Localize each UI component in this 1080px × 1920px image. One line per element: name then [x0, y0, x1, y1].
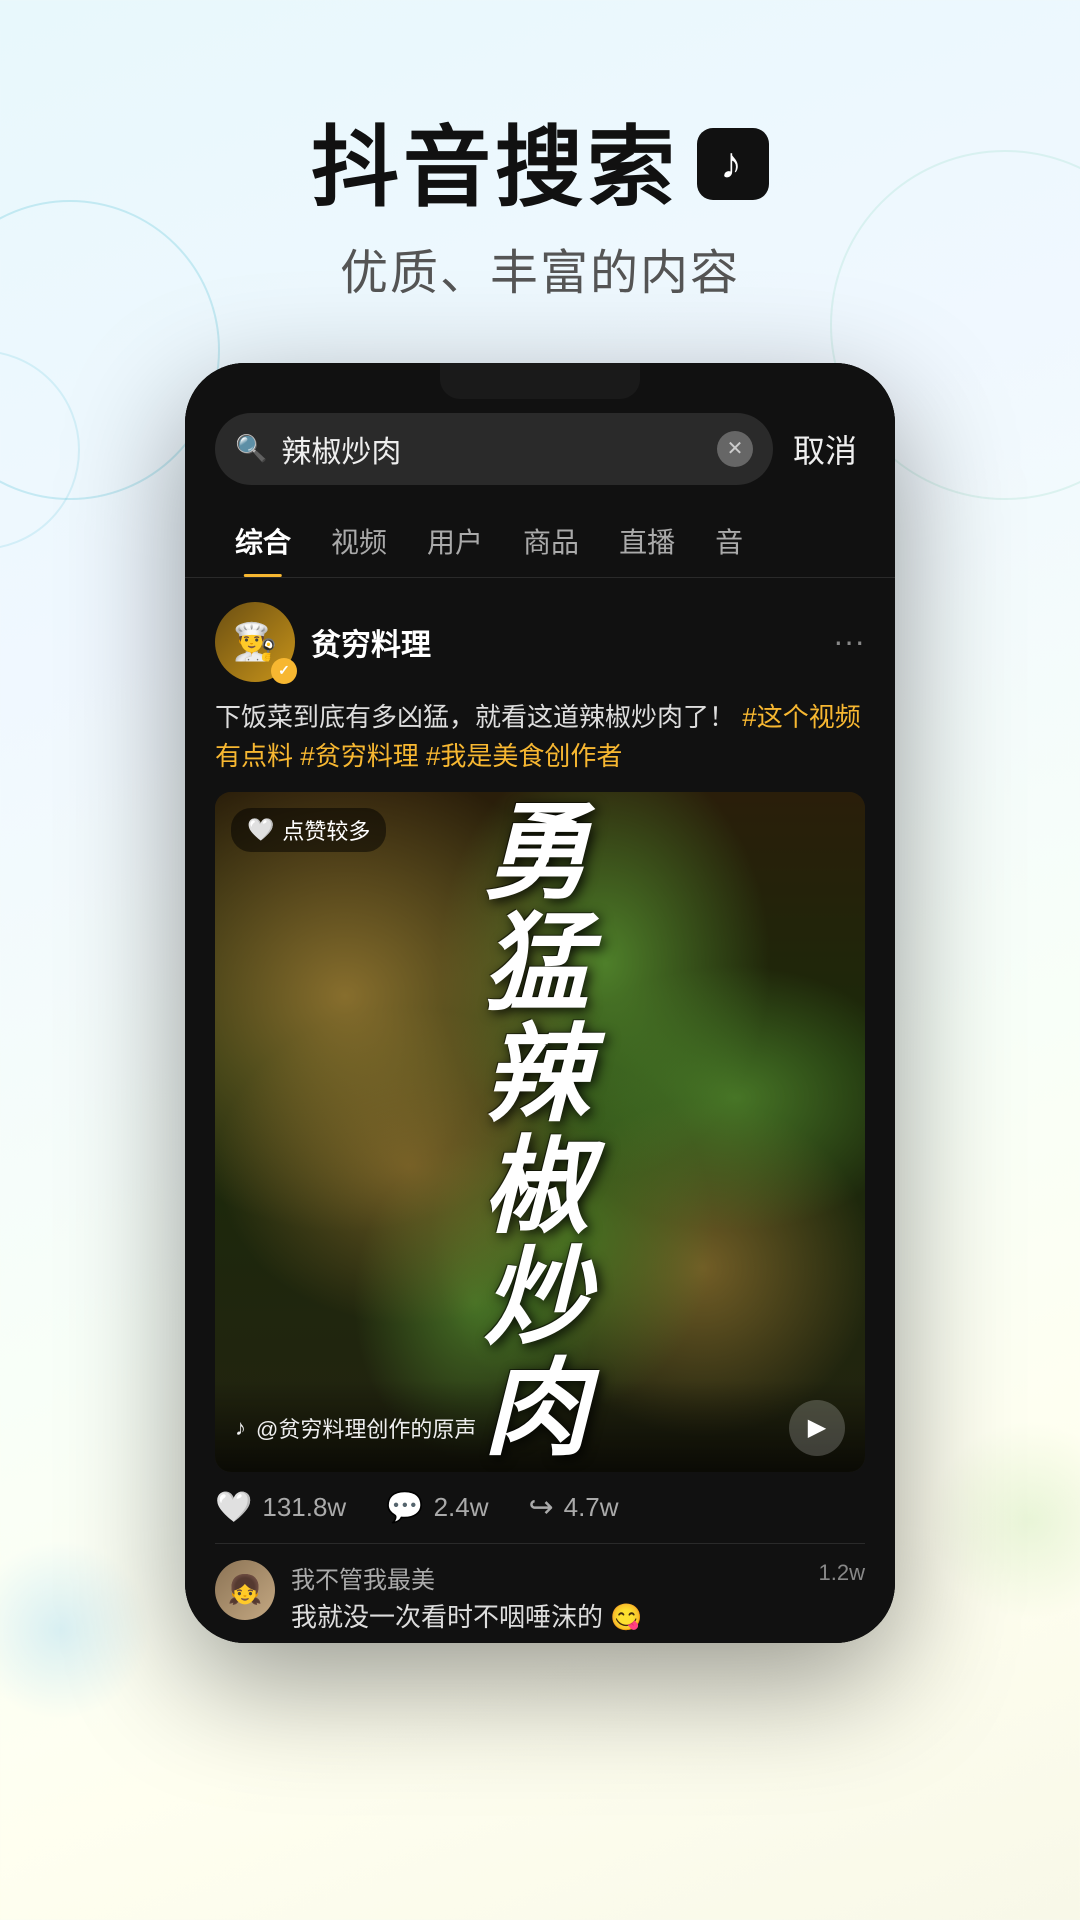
video-text-line-1: 勇 [483, 798, 592, 909]
shares-count[interactable]: ↪ 4.7w [528, 1490, 618, 1525]
comment-avatar: 👧 [215, 1560, 275, 1620]
user-card: ✓ 贫穷料理 ··· [215, 602, 865, 682]
tab-综合[interactable]: 综合 [215, 505, 311, 577]
video-text-line-4: 椒 [483, 1132, 592, 1243]
search-clear-button[interactable]: ✕ [717, 431, 753, 467]
heart-icon: 🤍 [247, 817, 274, 843]
tabs-area: 综合 视频 用户 商品 直播 音 [185, 505, 895, 578]
phone-screen: 🔍 辣椒炒肉 ✕ 取消 综合 视频 用户 商品 [185, 363, 895, 1643]
tab-直播[interactable]: 直播 [599, 505, 695, 577]
tab-商品[interactable]: 商品 [503, 505, 599, 577]
cancel-button[interactable]: 取消 [793, 426, 865, 472]
video-overlay-text: 勇 猛 辣 椒 炒 肉 [483, 798, 592, 1466]
app-title: 抖音搜索 ♪ [0, 120, 1080, 217]
video-source-text: @贫穷料理创作的原声 [256, 1412, 476, 1444]
comment-username: 我不管我最美 [291, 1560, 803, 1595]
verified-badge: ✓ [271, 658, 297, 684]
video-container[interactable]: 勇 猛 辣 椒 炒 肉 🤍 点赞较多 ♪ [215, 792, 865, 1472]
video-text-line-6: 肉 [483, 1354, 592, 1465]
tab-label-4: 直播 [619, 527, 675, 558]
subtitle: 优质、丰富的内容 [0, 233, 1080, 303]
likes-badge: 🤍 点赞较多 [231, 808, 386, 852]
play-button[interactable]: ▶ [789, 1400, 845, 1456]
engagement-bar: 🤍 131.8w 💬 2.4w ↪ 4.7w [215, 1472, 865, 1544]
likes-badge-text: 点赞较多 [282, 814, 370, 846]
tab-label-2: 用户 [427, 527, 483, 558]
heart-icon: 🤍 [215, 1490, 252, 1525]
tab-label-0: 综合 [235, 527, 291, 558]
video-text-line-2: 猛 [483, 909, 592, 1020]
comment-icon: 💬 [386, 1490, 423, 1525]
more-options-button[interactable]: ··· [833, 623, 865, 660]
tiktok-small-icon: ♪ [235, 1415, 246, 1441]
comments-count[interactable]: 💬 2.4w [386, 1490, 488, 1525]
tab-用户[interactable]: 用户 [407, 505, 503, 577]
share-icon: ↪ [528, 1490, 553, 1525]
hashtag-3[interactable]: #我是美食创作者 [426, 741, 622, 771]
likes-value: 131.8w [262, 1492, 346, 1523]
shares-value: 4.7w [564, 1492, 619, 1523]
tab-label-1: 视频 [331, 527, 387, 558]
tiktok-logo-icon: ♪ [697, 128, 769, 200]
header-section: 抖音搜索 ♪ 优质、丰富的内容 [0, 0, 1080, 363]
phone-frame: 🔍 辣椒炒肉 ✕ 取消 综合 视频 用户 商品 [185, 363, 895, 1643]
phone-wrapper: 🔍 辣椒炒肉 ✕ 取消 综合 视频 用户 商品 [0, 363, 1080, 1643]
comments-value: 2.4w [434, 1492, 489, 1523]
post-body: 下饭菜到底有多凶猛，就看这道辣椒炒肉了！ [215, 702, 735, 732]
tab-label-5: 音 [715, 527, 743, 558]
tab-视频[interactable]: 视频 [311, 505, 407, 577]
tab-label-3: 商品 [523, 527, 579, 558]
video-source: ♪ @贫穷料理创作的原声 [235, 1412, 476, 1444]
phone-notch [440, 363, 640, 399]
likes-count[interactable]: 🤍 131.8w [215, 1490, 346, 1525]
comment-preview: 👧 我不管我最美 我就没一次看时不咽唾沫的 😋 1.2w [215, 1544, 865, 1635]
hashtag-2[interactable]: #贫穷料理 [300, 741, 418, 771]
tab-音[interactable]: 音 [695, 505, 763, 577]
video-text-line-5: 炒 [483, 1243, 592, 1354]
video-text-line-3: 辣 [483, 1021, 592, 1132]
title-text: 抖音搜索 [311, 120, 679, 217]
post-text: 下饭菜到底有多凶猛，就看这道辣椒炒肉了！ #这个视频有点料 #贫穷料理 #我是美… [215, 698, 865, 776]
content-area: ✓ 贫穷料理 ··· 下饭菜到底有多凶猛，就看这道辣椒炒肉了！ #这个视频有点料… [185, 578, 895, 1643]
comment-content: 我不管我最美 我就没一次看时不咽唾沫的 😋 [291, 1560, 803, 1635]
search-query: 辣椒炒肉 [281, 427, 703, 471]
user-name[interactable]: 贫穷料理 [311, 620, 431, 664]
comment-text: 我就没一次看时不咽唾沫的 😋 [291, 1599, 803, 1635]
comment-count: 1.2w [819, 1560, 865, 1586]
search-input-box[interactable]: 🔍 辣椒炒肉 ✕ [215, 413, 773, 485]
logo-symbol: ♪ [720, 140, 746, 188]
search-icon: 🔍 [235, 433, 267, 464]
